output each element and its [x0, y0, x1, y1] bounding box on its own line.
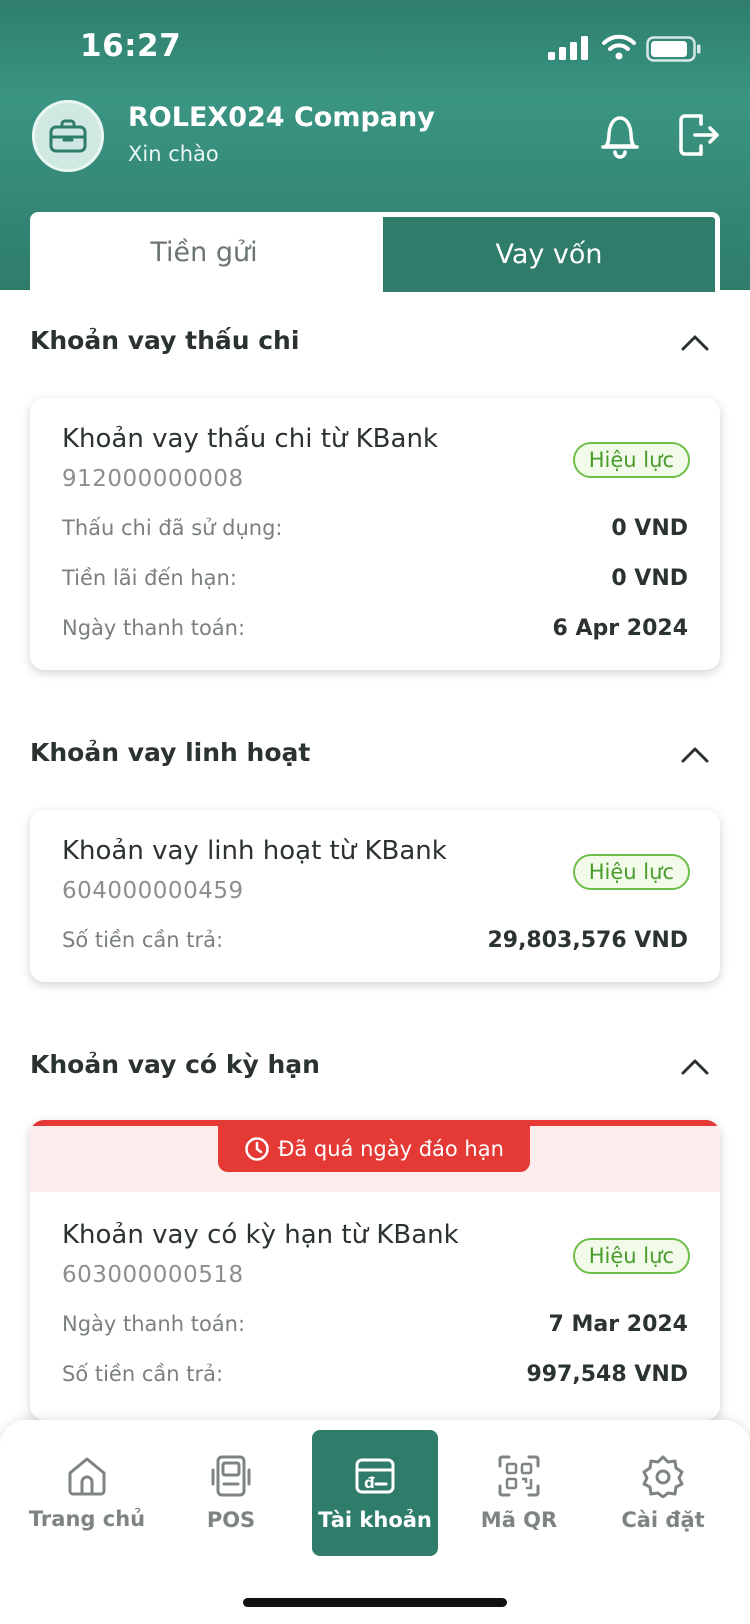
clock-icon	[245, 1137, 269, 1161]
nav-label: Cài đặt	[621, 1508, 705, 1532]
status-time: 16:27	[80, 28, 182, 64]
card-title: Khoản vay có kỳ hạn từ KBank	[62, 1220, 459, 1250]
nav-item-home[interactable]: Trang chủ	[24, 1430, 150, 1556]
card-title: Khoản vay thấu chi từ KBank	[62, 424, 438, 454]
overdue-text: Đã quá ngày đáo hạn	[278, 1137, 504, 1161]
account-number: 603000000518	[62, 1262, 244, 1288]
nav-item-qr[interactable]: Mã QR	[456, 1430, 582, 1556]
bottom-navigation: Trang chủ POS đ Tài khoản Mã QR Cài đặt	[0, 1420, 750, 1624]
overdue-alert: Đã quá ngày đáo hạn	[218, 1126, 530, 1172]
overdue-banner: Đã quá ngày đáo hạn	[30, 1120, 720, 1192]
row-value: 6 Apr 2024	[552, 616, 688, 641]
nav-item-pos[interactable]: POS	[168, 1430, 294, 1556]
nav-item-account[interactable]: đ Tài khoản	[312, 1430, 438, 1556]
card-title: Khoản vay linh hoạt từ KBank	[62, 836, 447, 866]
row-value: 0 VND	[611, 516, 688, 541]
qr-icon	[498, 1455, 540, 1497]
row-label: Tiền lãi đến hạn:	[62, 566, 237, 590]
greeting-text: Xin chào	[128, 142, 219, 166]
briefcase-icon	[49, 119, 87, 153]
chevron-up-icon[interactable]	[680, 334, 710, 352]
row-label: Ngày thanh toán:	[62, 616, 246, 640]
logout-icon[interactable]	[677, 112, 721, 158]
chevron-up-icon[interactable]	[680, 746, 710, 764]
status-bar: 16:27	[0, 0, 750, 100]
avatar[interactable]	[32, 100, 104, 172]
header: 16:27 ROLEX024 Company Xin chào Tiền gửi…	[0, 0, 750, 292]
notification-bell-icon[interactable]	[598, 110, 642, 160]
row-value: 0 VND	[611, 566, 688, 591]
status-badge: Hiệu lực	[572, 1238, 690, 1274]
row-label: Số tiền cần trả:	[62, 1362, 224, 1386]
row-label: Thấu chi đã sử dụng:	[62, 516, 283, 540]
status-badge: Hiệu lực	[572, 854, 690, 890]
row-value: 7 Mar 2024	[548, 1312, 688, 1337]
status-badge: Hiệu lực	[572, 442, 690, 478]
tab-loans[interactable]: Vay vốn	[378, 212, 720, 292]
battery-icon	[646, 36, 701, 62]
overdraft-loan-card[interactable]: Khoản vay thấu chi từ KBank 912000000008…	[30, 398, 720, 670]
row-value: 29,803,576 VND	[487, 928, 688, 953]
row-label: Số tiền cần trả:	[62, 928, 224, 952]
row-label: Ngày thanh toán:	[62, 1312, 246, 1336]
nav-label: Tài khoản	[318, 1508, 432, 1532]
pos-icon	[211, 1455, 251, 1497]
loan-tabs: Tiền gửi Vay vốn	[30, 212, 720, 292]
flexible-loan-card[interactable]: Khoản vay linh hoạt từ KBank 60400000045…	[30, 810, 720, 982]
nav-label: Trang chủ	[28, 1507, 146, 1531]
term-loan-card[interactable]: Đã quá ngày đáo hạn Khoản vay có kỳ hạn …	[30, 1120, 720, 1420]
cellular-signal-icon	[548, 36, 588, 60]
account-icon: đ	[355, 1458, 395, 1494]
nav-label: Mã QR	[480, 1508, 558, 1532]
gear-icon	[642, 1455, 684, 1498]
profile-block: ROLEX024 Company Xin chào	[32, 100, 732, 172]
company-name: ROLEX024 Company	[128, 102, 435, 133]
section-title-overdraft: Khoản vay thấu chi	[30, 326, 300, 355]
tab-deposits[interactable]: Tiền gửi	[30, 212, 378, 292]
svg-text:đ: đ	[364, 1474, 375, 1492]
home-icon	[68, 1457, 106, 1496]
row-value: 997,548 VND	[526, 1362, 688, 1387]
section-title-term: Khoản vay có kỳ hạn	[30, 1050, 320, 1079]
account-number: 912000000008	[62, 466, 244, 492]
wifi-icon	[602, 34, 636, 60]
nav-item-settings[interactable]: Cài đặt	[600, 1430, 726, 1556]
section-title-flexible: Khoản vay linh hoạt	[30, 738, 311, 767]
nav-label: POS	[206, 1508, 256, 1532]
home-indicator	[243, 1598, 507, 1607]
chevron-up-icon[interactable]	[680, 1058, 710, 1076]
account-number: 604000000459	[62, 878, 244, 904]
